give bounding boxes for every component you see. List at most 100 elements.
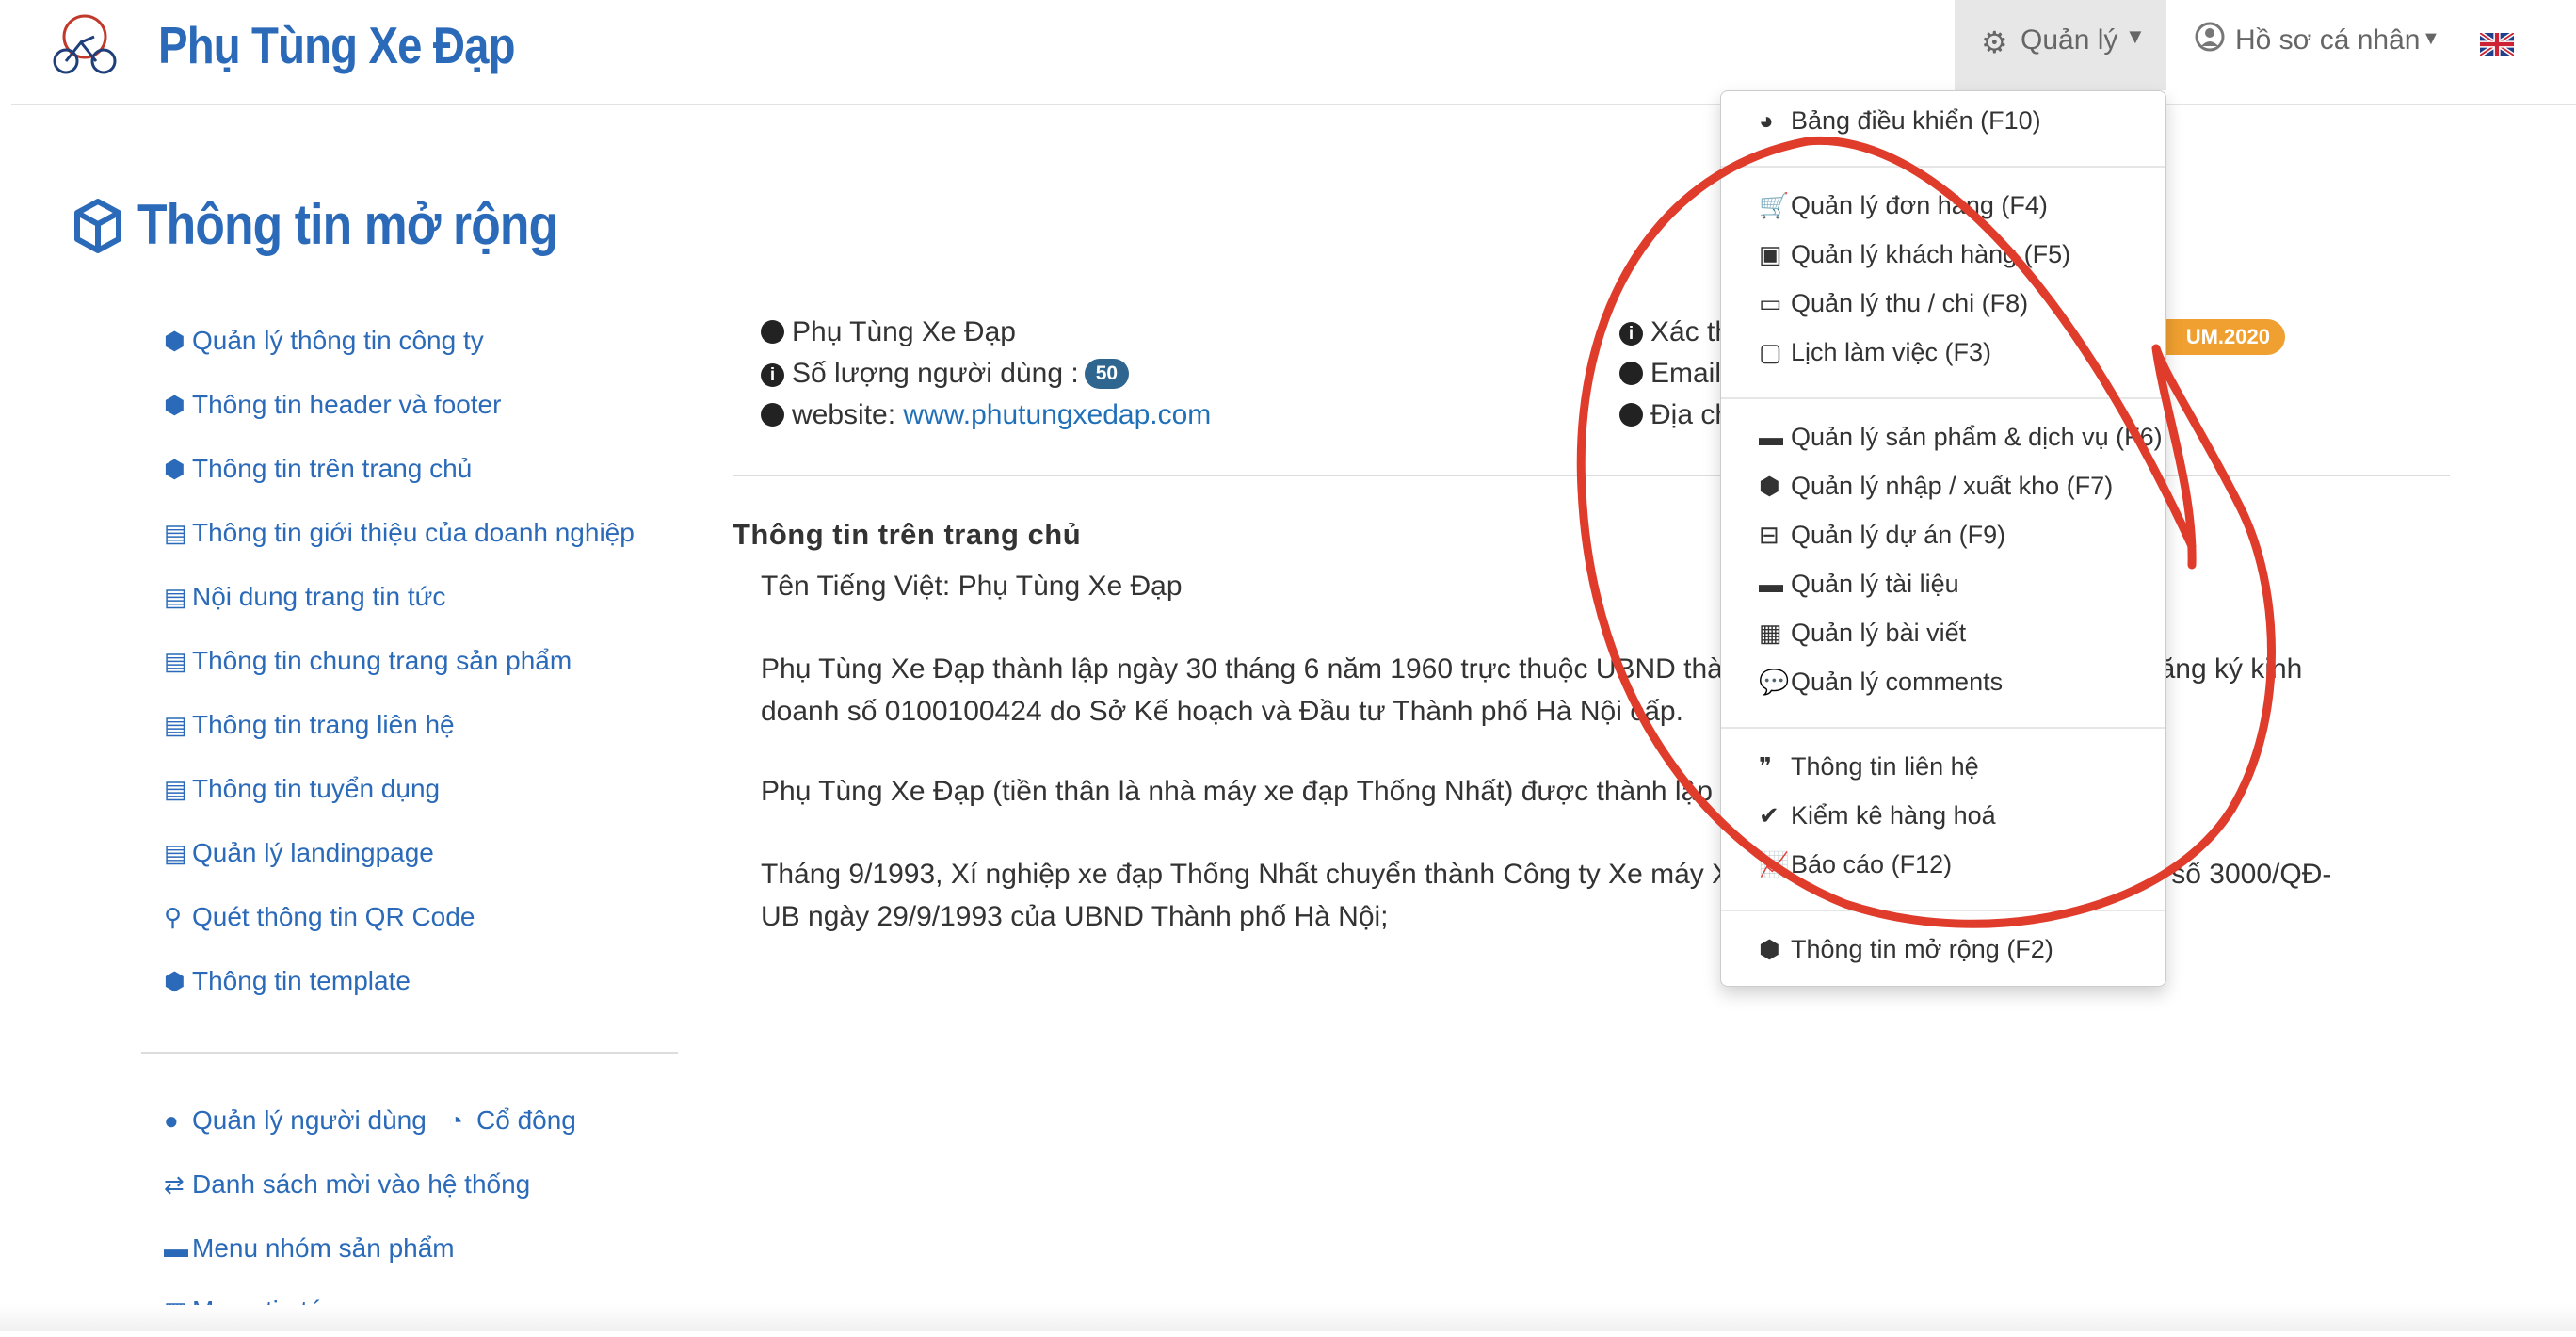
sidebar-item-product-menu[interactable]: ▬ Menu nhóm sản phẩm — [164, 1233, 455, 1275]
menu-item-customers[interactable]: ▣ Quản lý khách hàng (F5) — [1759, 240, 2070, 280]
comments-icon: 💬 — [1759, 668, 1790, 696]
sidebar-item-recruitment[interactable]: ▤ Thông tin tuyển dụng — [164, 774, 440, 815]
sidebar-item-qr-scan[interactable]: ⚲ Quét thông tin QR Code — [164, 902, 475, 943]
cube-icon: ⬢ — [164, 390, 185, 419]
sidebar-item-homepage-info[interactable]: ⬢ Thông tin trên trang chủ — [164, 454, 472, 495]
manage-dropdown-menu: ◕ Bảng điều khiển (F10) 🛒Quản lý đơn hàng… — [1720, 90, 2166, 987]
sidebar-item-users[interactable]: ● Quản lý người dùng — [164, 1105, 427, 1147]
menu-item-calendar[interactable]: ▢ Lịch làm việc (F3) — [1759, 338, 1991, 378]
bullet-icon — [1619, 403, 1643, 427]
menu-item-stock-check[interactable]: ✔ Kiểm kê hàng hoá — [1759, 801, 1996, 841]
users-count-line: i Số lượng người dùng :50 — [761, 358, 1130, 390]
folder-icon: ▬ — [1759, 423, 1783, 451]
quote-icon: ❞ — [1759, 752, 1772, 781]
email-line: Email: — [1619, 358, 1729, 390]
bottom-edge — [0, 1305, 2576, 1331]
page-title: Thông tin mở rộng — [137, 193, 558, 256]
menu-item-articles[interactable]: ▦ Quản lý bài viết — [1759, 619, 1966, 658]
bullet-icon — [761, 320, 784, 344]
address-label: Địa ch — [1650, 399, 1731, 430]
cube-icon: ⬢ — [164, 326, 185, 355]
sidebar-item-contact-page[interactable]: ▤ Thông tin trang liên hệ — [164, 710, 455, 751]
email-label: Email: — [1650, 358, 1730, 389]
menu-item-income-expense[interactable]: ▭ Quản lý thu / chi (F8) — [1759, 289, 2028, 329]
section-heading: Thông tin trên trang chủ — [733, 518, 1082, 551]
folder-icon: ▬ — [164, 1233, 188, 1263]
file-text-icon: ▤ — [164, 710, 187, 739]
sidebar-item-company-info[interactable]: ⬢ Quản lý thông tin công ty — [164, 326, 484, 367]
sidebar-item-landingpage[interactable]: ▤ Quản lý landingpage — [164, 838, 434, 879]
user-circle-icon — [2195, 22, 2225, 52]
menu-divider — [1721, 727, 2165, 729]
pie-chart-icon: ◔ — [448, 1105, 463, 1135]
cube-icon: ⬢ — [1759, 935, 1780, 963]
verify-label: Xác th — [1650, 316, 1731, 347]
header-divider — [11, 104, 2576, 105]
file-text-icon: ▤ — [164, 838, 187, 867]
caret-down-icon: ▼ — [2125, 24, 2146, 48]
brand-logo[interactable] — [47, 5, 122, 80]
caret-down-icon: ▼ — [2422, 28, 2440, 49]
file-text-icon: ▤ — [164, 646, 187, 675]
menu-item-products[interactable]: ▬ Quản lý sản phẩm & dịch vụ (F6) — [1759, 423, 2163, 462]
menu-divider — [1721, 166, 2165, 168]
profile-menu-label: Hồ sơ cá nhân — [2235, 24, 2421, 56]
sidebar-item-header-footer[interactable]: ⬢ Thông tin header và footer — [164, 390, 501, 431]
website-line: website: www.phutungxedap.com — [761, 399, 1211, 431]
sidebar-item-news-content[interactable]: ▤ Nội dung trang tin tức — [164, 582, 445, 623]
sidebar-item-company-intro[interactable]: ▤ Thông tin giới thiệu của doanh nghiệp — [164, 518, 635, 559]
dashboard-icon: ◕ — [1759, 106, 1774, 135]
file-text-icon: ▤ — [164, 518, 187, 547]
bullet-icon — [761, 403, 784, 427]
hdd-icon: ⊟ — [1759, 521, 1779, 549]
gears-icon: ⚙ — [1981, 25, 2008, 59]
newspaper-icon: ▦ — [1759, 619, 1782, 647]
menu-item-inventory[interactable]: ⬢ Quản lý nhập / xuất kho (F7) — [1759, 472, 2113, 511]
sidebar-item-template[interactable]: ⬢ Thông tin template — [164, 966, 411, 1007]
menu-item-comments[interactable]: 💬Quản lý comments — [1759, 668, 2003, 707]
info-icon: i — [1619, 322, 1643, 346]
search-icon: ⚲ — [164, 902, 183, 931]
manage-menu-label: Quản lý — [2021, 24, 2118, 56]
company-name: Phụ Tùng Xe Đạp — [792, 316, 1016, 347]
sidebar-divider — [141, 1052, 678, 1054]
cart-icon: 🛒 — [1759, 191, 1790, 219]
sidebar-item-shareholders[interactable]: ◔ Cổ đông — [448, 1105, 576, 1147]
content-divider — [733, 475, 2450, 476]
website-link[interactable]: www.phutungxedap.com — [903, 399, 1211, 430]
sidebar-item-invitations[interactable]: ⇄ Danh sách mời vào hệ thống — [164, 1169, 530, 1211]
manage-menu-button[interactable]: ⚙ Quản lý ▼ — [1955, 0, 2166, 90]
menu-item-contact-info[interactable]: ❞ Thông tin liên hệ — [1759, 752, 1979, 792]
website-label: website: — [792, 399, 896, 430]
menu-divider — [1721, 910, 2165, 911]
sidebar-item-product-page[interactable]: ▤ Thông tin chung trang sản phẩm — [164, 646, 572, 687]
menu-item-projects[interactable]: ⊟ Quản lý dự án (F9) — [1759, 521, 2005, 560]
uk-flag-icon[interactable] — [2480, 33, 2514, 56]
menu-item-reports[interactable]: 📈Báo cáo (F12) — [1759, 850, 1952, 890]
address-card-icon: ▣ — [1759, 240, 1782, 268]
cube-icon: ⬢ — [164, 966, 185, 995]
users-count-badge: 50 — [1084, 359, 1130, 389]
address-line: Địa ch — [1619, 399, 1731, 431]
line-chart-icon: 📈 — [1759, 850, 1790, 878]
users-label: Số lượng người dùng : — [792, 358, 1079, 389]
file-text-icon: ▤ — [164, 582, 187, 611]
calendar-icon: ▢ — [1759, 338, 1782, 366]
cube-icon: ⬢ — [164, 454, 185, 483]
menu-item-dashboard[interactable]: ◕ Bảng điều khiển (F10) — [1759, 106, 2041, 146]
file-text-icon: ▤ — [164, 774, 187, 803]
bullet-icon — [1619, 362, 1643, 385]
brand-name[interactable]: Phụ Tùng Xe Đạp — [158, 15, 516, 75]
cubes-icon: ⬢ — [1759, 472, 1780, 500]
menu-item-orders[interactable]: 🛒Quản lý đơn hàng (F4) — [1759, 191, 2048, 231]
menu-item-documents[interactable]: ▬ Quản lý tài liệu — [1759, 570, 1959, 609]
verify-line: i Xác th — [1619, 316, 1731, 348]
retweet-icon: ⇄ — [164, 1169, 185, 1199]
company-name-line: Phụ Tùng Xe Đạp — [761, 316, 1016, 348]
folder-icon: ▬ — [1759, 570, 1783, 598]
menu-divider — [1721, 397, 2165, 399]
check-icon: ✔ — [1759, 801, 1779, 830]
info-icon: i — [761, 363, 784, 387]
menu-item-extended-info[interactable]: ⬢ Thông tin mở rộng (F2) — [1759, 935, 2053, 975]
cube-icon — [74, 199, 121, 253]
